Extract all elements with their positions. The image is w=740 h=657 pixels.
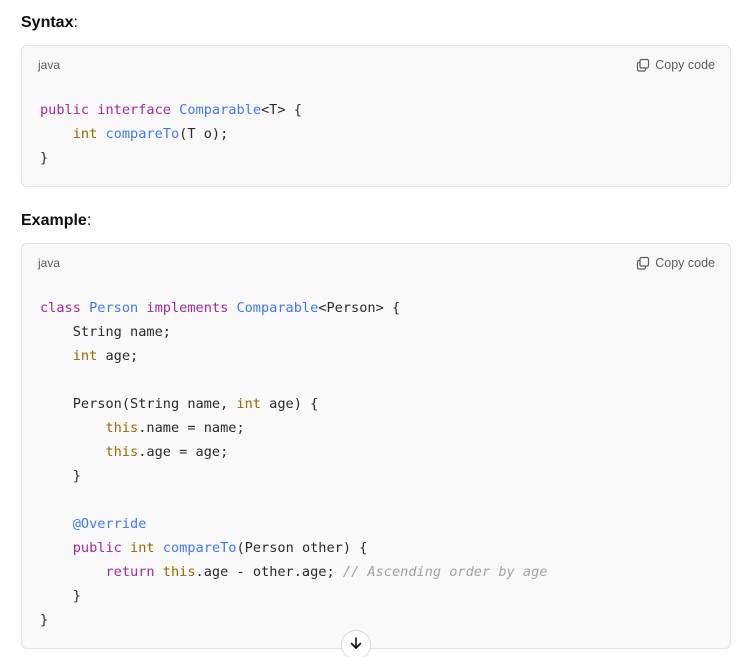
code-token: Comparable — [179, 102, 261, 118]
language-label: java — [38, 58, 61, 72]
code-line: public interface Comparable<T> { — [40, 102, 302, 118]
code-line: } — [40, 612, 48, 628]
code-token: Person — [89, 300, 139, 316]
code-token: .age = age; — [138, 444, 229, 460]
arrow-down-icon — [349, 636, 363, 655]
code-line: String name; — [40, 324, 171, 340]
code-token: interface — [97, 102, 171, 118]
code-block-header: java Copy code — [22, 244, 730, 282]
scroll-down-button[interactable] — [341, 630, 371, 657]
syntax-code[interactable]: public interface Comparable<T> { int com… — [40, 98, 302, 170]
code-token: compareTo — [162, 540, 237, 556]
code-token: } — [40, 150, 49, 166]
code-token: return — [105, 564, 155, 580]
copy-code-label: Copy code — [655, 256, 715, 270]
copy-code-button[interactable]: Copy code — [636, 56, 715, 74]
language-label: java — [38, 256, 61, 270]
code-line: int age; — [40, 348, 138, 364]
code-token: int — [72, 126, 98, 142]
code-line: } — [40, 588, 81, 604]
code-token: age) { — [260, 396, 319, 412]
code-token: this — [105, 444, 139, 460]
code-line: return this.age - other.age; // Ascendin… — [40, 564, 547, 580]
syntax-heading: Syntax: — [21, 14, 78, 31]
code-line: this.name = name; — [40, 420, 245, 436]
code-token: int — [130, 540, 155, 556]
code-token: public — [40, 102, 90, 118]
code-token: (T o); — [179, 126, 229, 142]
code-token: age; — [97, 348, 139, 364]
example-heading: Example: — [21, 212, 92, 229]
code-token: class — [40, 300, 81, 316]
code-token: int — [236, 396, 261, 412]
code-line: Person(String name, int age) { — [40, 396, 319, 412]
example-code[interactable]: class Person implements Comparable<Perso… — [40, 296, 547, 632]
code-token: this — [105, 420, 139, 436]
code-token: int — [72, 348, 98, 364]
code-token: Person(String name, — [40, 396, 237, 412]
copy-icon — [636, 58, 650, 72]
code-line: public int compareTo(Person other) { — [40, 540, 368, 556]
code-line: @Override — [40, 516, 147, 532]
code-token: <T> { — [261, 102, 302, 118]
copy-code-button[interactable]: Copy code — [636, 254, 715, 272]
code-token: @Override — [72, 516, 147, 532]
code-token: } — [40, 612, 49, 628]
syntax-code-block: java Copy code public interface Comparab… — [21, 45, 731, 187]
code-token: public — [72, 540, 122, 556]
copy-code-label: Copy code — [655, 58, 715, 72]
code-token: .age - other.age; — [195, 564, 343, 580]
code-line: class Person implements Comparable<Perso… — [40, 300, 400, 316]
code-token: } — [40, 588, 81, 604]
code-token: Comparable — [236, 300, 319, 316]
code-token: } — [40, 468, 81, 484]
code-token: this — [162, 564, 196, 580]
code-token: // Ascending order by age — [342, 564, 548, 580]
code-line: } — [40, 468, 81, 484]
code-line: this.age = age; — [40, 444, 228, 460]
code-token: String name; — [40, 324, 171, 340]
code-token: <Person> { — [318, 300, 401, 316]
example-code-block: java Copy code class Person implements C… — [21, 243, 731, 649]
code-line: } — [40, 150, 48, 166]
code-token: compareTo — [105, 126, 180, 142]
code-line: int compareTo(T o); — [40, 126, 229, 142]
code-token: implements — [146, 300, 229, 316]
copy-icon — [636, 256, 650, 270]
code-token: .name = name; — [138, 420, 245, 436]
code-block-header: java Copy code — [22, 46, 730, 84]
code-token: (Person other) { — [236, 540, 368, 556]
